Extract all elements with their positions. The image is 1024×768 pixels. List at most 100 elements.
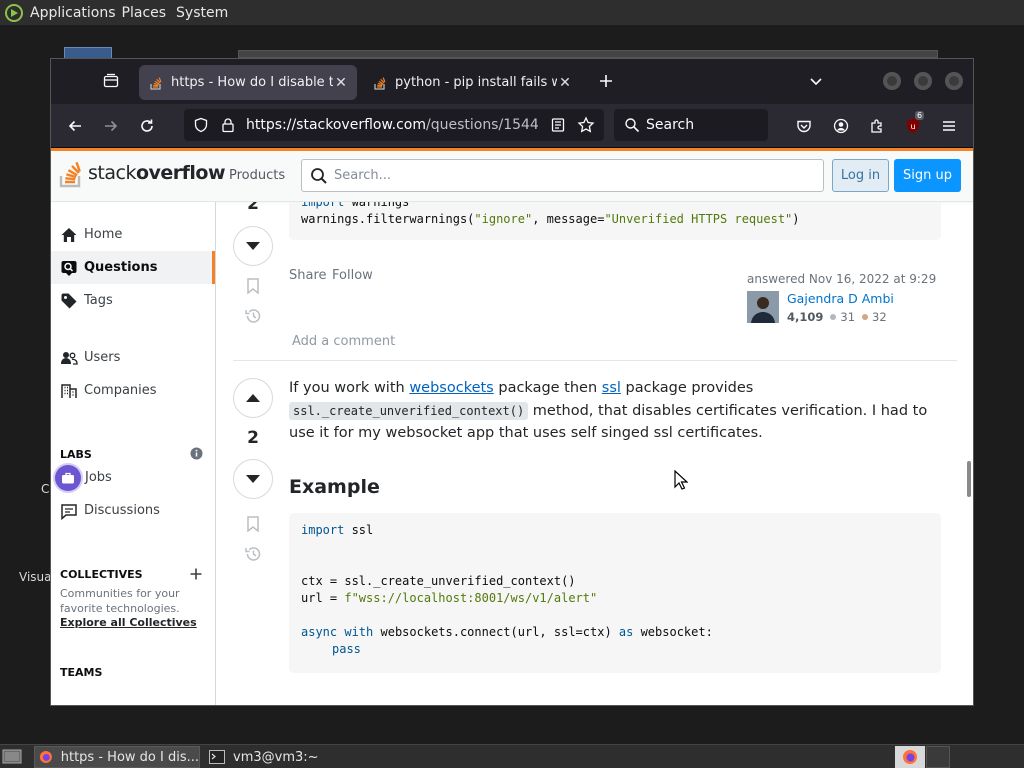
- left-sidebar: Home Questions Tags Users Companies LABS: [51, 202, 216, 705]
- plus-icon[interactable]: [190, 568, 202, 580]
- downvote-button[interactable]: [233, 226, 273, 266]
- sidebar-item-questions[interactable]: Questions: [51, 251, 215, 284]
- avatar[interactable]: [747, 291, 779, 323]
- sidebar-item-users[interactable]: Users: [51, 341, 215, 374]
- svg-text:u: u: [910, 122, 915, 131]
- desktop-icon-label[interactable]: C: [41, 482, 49, 496]
- downvote-arrow-icon: [246, 475, 260, 483]
- answer-heading: Example: [289, 476, 380, 498]
- site-search[interactable]: [301, 159, 824, 192]
- info-icon[interactable]: [190, 447, 203, 460]
- code-block: import warnings warnings.filterwarnings(…: [289, 202, 941, 240]
- code-line: async with websockets.connect(url, ssl=c…: [301, 624, 929, 641]
- follow-link[interactable]: Follow: [332, 268, 373, 283]
- list-all-tabs-button[interactable]: [802, 67, 830, 95]
- save-bookmark-button[interactable]: [243, 276, 263, 296]
- close-tab-icon[interactable]: ✕: [333, 75, 349, 91]
- browser-search-bar[interactable]: Search: [614, 109, 768, 141]
- save-bookmark-button[interactable]: [243, 514, 263, 534]
- author-name-link[interactable]: Gajendra D Ambi: [787, 291, 894, 306]
- wordmark-light: stack: [88, 161, 136, 184]
- workspace-switcher[interactable]: [895, 746, 925, 768]
- share-link[interactable]: Share: [289, 268, 327, 283]
- labs-heading: LABS: [60, 448, 92, 461]
- sidebar-item-label: Questions: [84, 260, 158, 275]
- code-text: warnings.filterwarnings(: [301, 212, 475, 226]
- stackoverflow-logo[interactable]: stackoverflow: [59, 157, 226, 188]
- extension-badge: 6: [915, 111, 925, 120]
- sidebar-item-companies[interactable]: Companies: [51, 374, 215, 407]
- silver-badge-count: 31: [840, 310, 856, 324]
- minimize-window-icon[interactable]: [883, 72, 901, 90]
- firefox-icon: [903, 750, 917, 764]
- stackoverflow-logo-icon: [59, 161, 81, 188]
- close-window-icon[interactable]: [945, 72, 963, 90]
- app-menu-button[interactable]: [935, 112, 963, 140]
- pocket-button[interactable]: [790, 112, 818, 140]
- code-text: warnings: [344, 202, 410, 209]
- ssl-link[interactable]: ssl: [602, 380, 621, 396]
- system-menu[interactable]: System: [176, 5, 228, 21]
- places-menu[interactable]: Places: [122, 5, 167, 21]
- answer-text: package then: [493, 380, 602, 396]
- reader-view-icon[interactable]: [550, 117, 566, 133]
- explore-collectives-link[interactable]: Explore all Collectives: [60, 616, 197, 629]
- forward-button[interactable]: [97, 112, 125, 140]
- reload-button[interactable]: [133, 112, 161, 140]
- page-scrollbar-thumb[interactable]: [967, 461, 971, 497]
- workspace-2[interactable]: [926, 746, 950, 768]
- search-icon: [625, 118, 640, 133]
- tab-stackoverflow-disable[interactable]: https - How do I disable the ✕: [139, 65, 357, 100]
- code-string: f"wss://localhost:8001/ws/v1/alert": [344, 591, 598, 605]
- show-desktop-button[interactable]: [2, 746, 24, 768]
- ublock-extension-button[interactable]: u 6: [899, 111, 927, 140]
- puzzle-piece-icon: [871, 119, 882, 133]
- signup-button[interactable]: Sign up: [894, 159, 961, 192]
- answered-timestamp[interactable]: answered Nov 16, 2022 at 9:29: [747, 272, 936, 286]
- activity-history-button[interactable]: [243, 306, 263, 326]
- tab-pip-install-fails[interactable]: python - pip install fails with ✕: [363, 65, 581, 100]
- login-button[interactable]: Log in: [832, 159, 889, 192]
- desktop-icon-label[interactable]: Visua: [19, 570, 52, 584]
- taskbar-item-firefox[interactable]: https - How do I dis...: [34, 746, 200, 768]
- code-line: ctx = ssl._create_unverified_context(): [301, 573, 929, 590]
- upvote-arrow-icon: [246, 394, 260, 402]
- vote-count: 2: [247, 428, 259, 448]
- products-menu[interactable]: Products: [229, 168, 285, 183]
- code-keyword: import: [301, 523, 345, 537]
- applications-menu-label[interactable]: Applications: [30, 5, 116, 21]
- code-line: url = f"wss://localhost:8001/ws/v1/alert…: [301, 590, 929, 607]
- sidebar-item-jobs[interactable]: Jobs: [51, 461, 215, 494]
- tab-overview-button[interactable]: [97, 67, 125, 95]
- sidebar-item-tags[interactable]: Tags: [51, 284, 215, 317]
- bookmark-star-icon[interactable]: [577, 116, 595, 134]
- new-tab-button[interactable]: [592, 67, 620, 95]
- stackoverflow-favicon-icon: [150, 76, 162, 90]
- history-icon: [245, 309, 261, 323]
- websockets-link[interactable]: websockets: [409, 380, 493, 396]
- account-button[interactable]: [827, 112, 855, 140]
- activity-history-button[interactable]: [243, 544, 263, 564]
- sidebar-item-discussions[interactable]: Discussions: [51, 494, 215, 527]
- arrow-left-icon: [68, 120, 81, 132]
- applications-menu[interactable]: Applications: [4, 3, 116, 23]
- url-bar[interactable]: https://stackoverflow.com/questions/1544…: [184, 109, 604, 141]
- close-tab-icon[interactable]: ✕: [557, 75, 573, 91]
- code-keyword: async: [301, 625, 338, 639]
- sidebar-item-home[interactable]: Home: [51, 218, 215, 251]
- add-comment-link[interactable]: Add a comment: [292, 334, 395, 349]
- desktop-window-behind: [238, 50, 938, 58]
- extensions-button[interactable]: [863, 112, 891, 140]
- back-button[interactable]: [61, 112, 89, 140]
- taskbar-item-terminal[interactable]: vm3@vm3:~: [205, 746, 355, 768]
- reputation-score: 4,109: [787, 310, 824, 324]
- answer-body-paragraph: If you work with websockets package then…: [289, 377, 941, 445]
- maximize-window-icon[interactable]: [914, 72, 932, 90]
- bookmark-icon: [247, 278, 259, 294]
- downvote-button[interactable]: [233, 459, 273, 499]
- upvote-button[interactable]: [233, 378, 273, 418]
- code-text: , message=: [532, 212, 605, 226]
- code-text: ctx = ssl._create_unverified_context(): [301, 574, 576, 588]
- site-search-input[interactable]: [334, 168, 804, 183]
